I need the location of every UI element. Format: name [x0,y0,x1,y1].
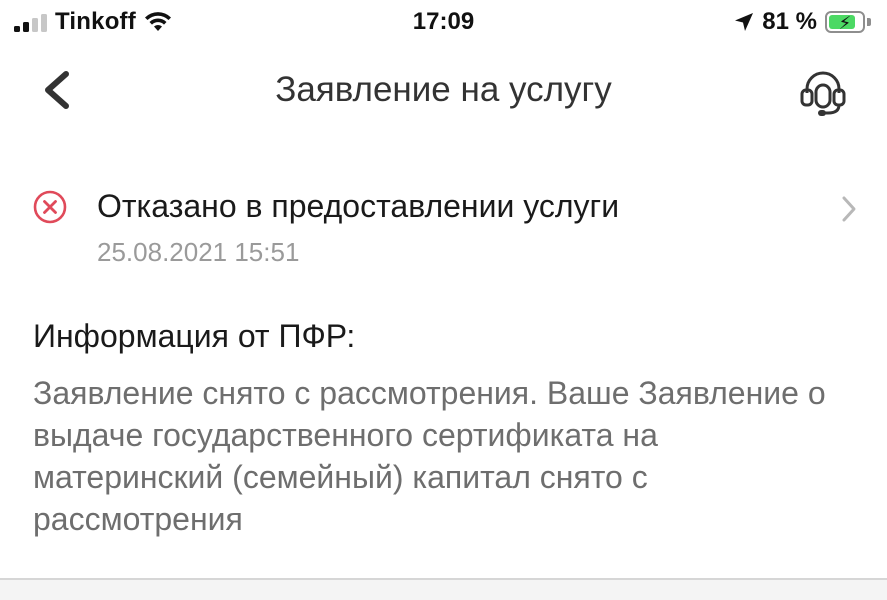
application-status-row[interactable]: Отказано в предоставлении услуги 25.08.2… [0,178,887,278]
status-date: 25.08.2021 15:51 [97,237,300,267]
rejected-status-icon [33,190,67,224]
status-title: Отказано в предоставлении услуги [97,188,620,224]
info-body: Заявление снято с рассмотрения. Ваше Зая… [33,375,826,537]
battery-cap [867,18,871,26]
bottom-panel [0,580,887,600]
location-arrow-icon [735,13,754,31]
info-heading: Информация от ПФР: [33,318,356,354]
charging-bolt-icon: ⚡ [838,13,852,33]
status-bar: Tinkoff 17:09 81 % ⚡ [0,0,887,44]
page-title: Заявление на услугу [275,70,612,109]
support-button[interactable] [795,64,851,120]
headset-icon [800,71,846,116]
battery-percentage: 81 % [762,8,817,35]
chevron-right-icon [842,196,856,222]
status-right: 81 % ⚡ [734,8,871,36]
battery-icon: ⚡ [825,11,865,33]
navigation-bar: Заявление на услугу [0,50,887,130]
screen: Tinkoff 17:09 81 % ⚡ Заявление на услугу… [0,0,887,600]
